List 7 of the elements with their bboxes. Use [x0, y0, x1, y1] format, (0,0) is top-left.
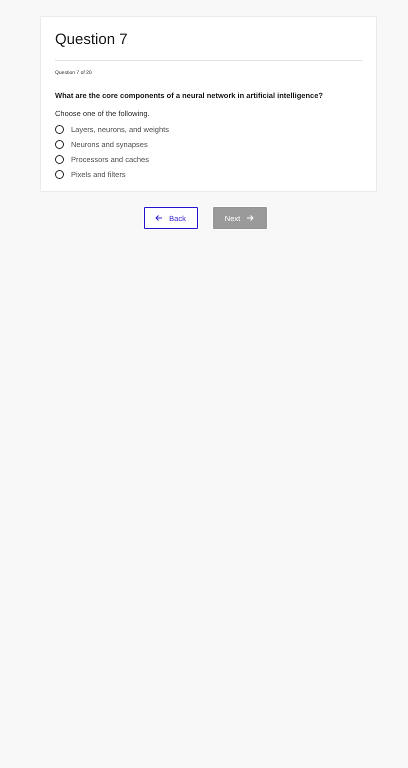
radio-button[interactable]: [55, 140, 64, 149]
radio-button[interactable]: [55, 170, 64, 179]
radio-button[interactable]: [55, 125, 64, 134]
left-arrow-icon: [155, 214, 164, 222]
right-arrow-icon: [246, 214, 254, 222]
radio-button[interactable]: [55, 155, 64, 164]
question-title: Question 7: [55, 31, 362, 61]
